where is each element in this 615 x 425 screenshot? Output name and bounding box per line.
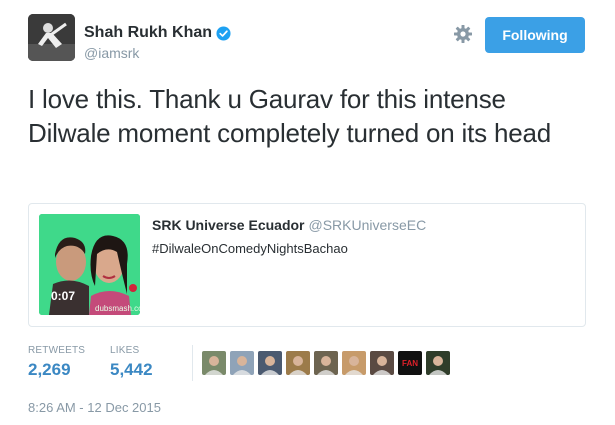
video-watermark: dubsmash.com bbox=[95, 304, 140, 313]
following-button[interactable]: Following bbox=[485, 17, 585, 53]
author-avatar[interactable] bbox=[28, 14, 75, 61]
liker-avatar-3-icon[interactable] bbox=[258, 351, 282, 375]
likes-count[interactable]: 5,442 bbox=[110, 360, 153, 380]
quoted-author-name[interactable]: SRK Universe Ecuador bbox=[152, 217, 305, 233]
retweets-count[interactable]: 2,269 bbox=[28, 360, 85, 380]
liker-avatars: FAN bbox=[202, 351, 450, 375]
verified-badge-icon bbox=[216, 25, 231, 41]
tweet-timestamp[interactable]: 8:26 AM - 12 Dec 2015 bbox=[28, 400, 161, 415]
retweets-label: RETWEETS bbox=[28, 345, 86, 356]
liker-avatar-6-icon[interactable] bbox=[342, 351, 366, 375]
stats-divider bbox=[192, 345, 193, 381]
tweet-stats: RETWEETS 2,269 LIKES 5,442 FAN bbox=[28, 341, 588, 381]
likes-stat[interactable]: LIKES 5,442 bbox=[110, 345, 153, 380]
quoted-tweet-text[interactable]: #DilwaleOnComedyNightsBachao bbox=[152, 241, 348, 256]
author-handle[interactable]: @iamsrk bbox=[84, 45, 139, 61]
fan-badge-text: FAN bbox=[402, 359, 418, 368]
liker-avatar-7-icon[interactable] bbox=[370, 351, 394, 375]
retweets-stat[interactable]: RETWEETS 2,269 bbox=[28, 345, 85, 380]
tweet-header: Shah Rukh Khan @iamsrk Following bbox=[28, 14, 588, 64]
gear-icon[interactable] bbox=[453, 24, 473, 44]
author-name-row: Shah Rukh Khan bbox=[84, 24, 231, 42]
tweet-text: I love this. Thank u Gaurav for this int… bbox=[28, 84, 552, 148]
video-duration: 0:07 bbox=[51, 289, 76, 303]
author-name[interactable]: Shah Rukh Khan bbox=[84, 24, 212, 42]
quoted-author[interactable]: SRK Universe Ecuador @SRKUniverseEC bbox=[152, 217, 426, 233]
likes-label: LIKES bbox=[110, 345, 140, 356]
quoted-author-handle[interactable]: @SRKUniverseEC bbox=[309, 217, 427, 233]
liker-avatar-2-icon[interactable] bbox=[230, 351, 254, 375]
liker-avatar-9-icon[interactable] bbox=[426, 351, 450, 375]
liker-avatar-4-icon[interactable] bbox=[286, 351, 310, 375]
quoted-tweet-card[interactable]: 0:07 dubsmash.com SRK Universe Ecuador@S… bbox=[28, 203, 586, 327]
video-thumbnail[interactable]: 0:07 dubsmash.com bbox=[39, 214, 140, 315]
liker-avatar-8-icon[interactable]: FAN bbox=[398, 351, 422, 375]
liker-avatar-5-icon[interactable] bbox=[314, 351, 338, 375]
liker-avatar-1-icon[interactable] bbox=[202, 351, 226, 375]
